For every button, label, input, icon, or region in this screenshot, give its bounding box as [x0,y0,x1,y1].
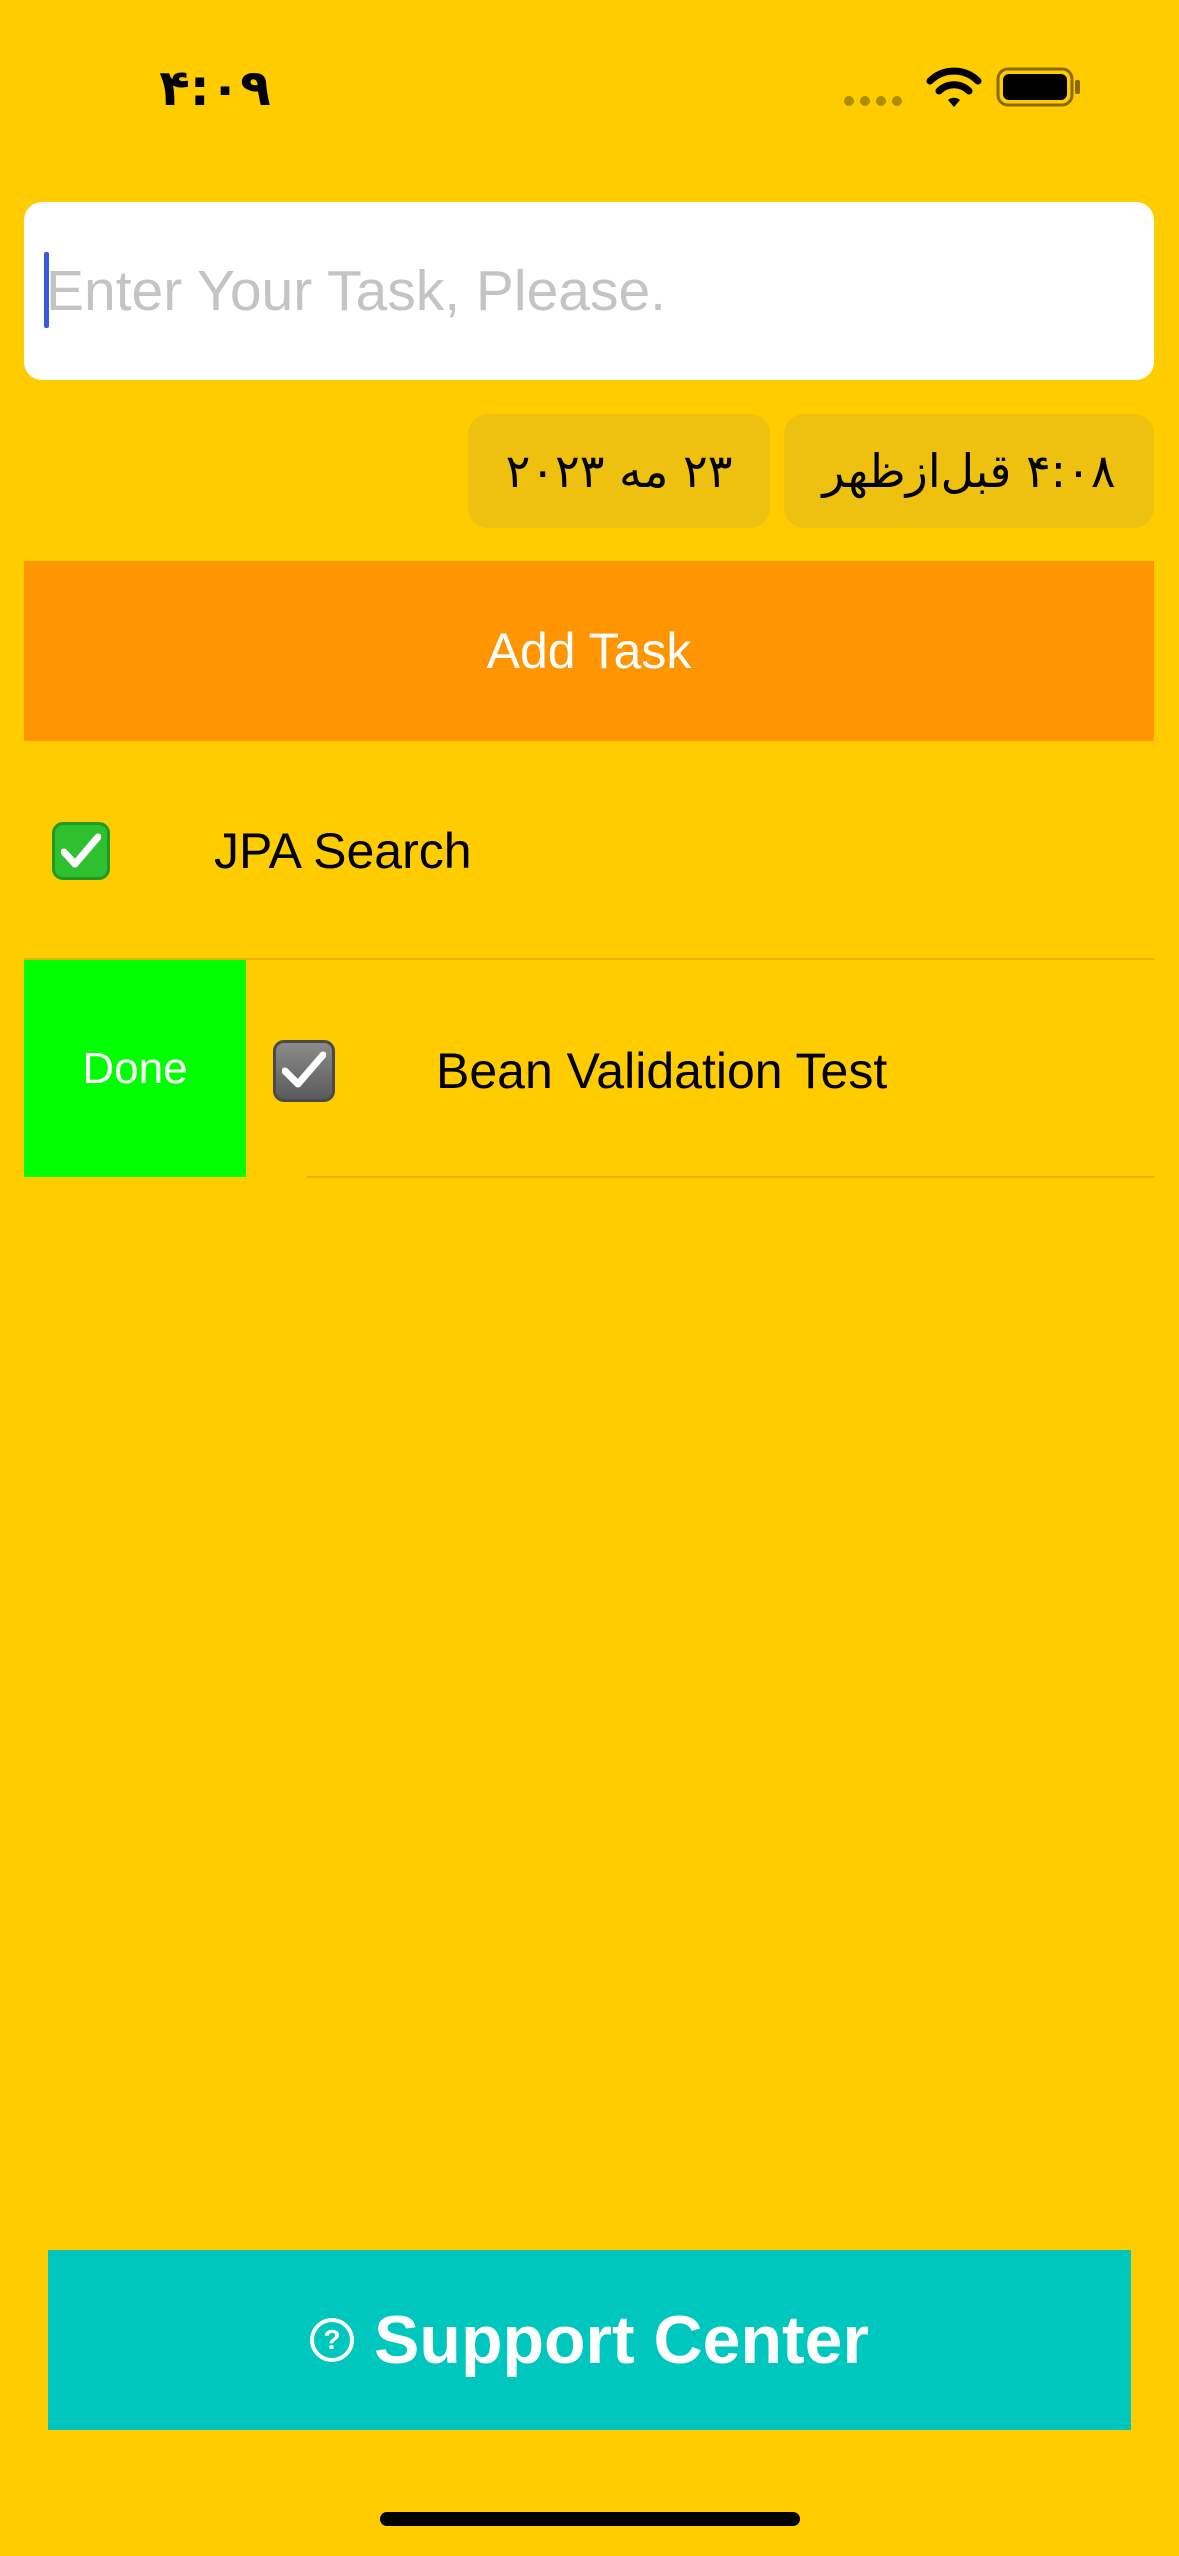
add-task-label: Add Task [486,623,692,679]
done-swipe-action[interactable]: Done [24,960,246,1177]
status-time: ۴:۰۹ [159,59,271,117]
checkmark-glyph [61,833,101,868]
date-label: ۲۳ مه ۲۰۲۳ [505,444,733,498]
support-center-label: Support Center [374,2302,869,2378]
checkmark-glyph [282,1051,326,1088]
time-picker-button[interactable]: ۴:۰۸ قبل‌ازظهر [784,414,1154,528]
row-divider [307,1176,1154,1178]
wifi-icon [926,67,982,107]
task-input-container [24,202,1154,380]
task-title[interactable]: JPA Search [214,820,472,882]
battery-icon [996,67,1080,107]
cellular-dots-icon [844,96,902,106]
date-picker-button[interactable]: ۲۳ مه ۲۰۲۳ [468,414,770,528]
done-action-label: Done [82,1043,188,1093]
green-checkmark-icon[interactable] [52,822,110,880]
task-title[interactable]: Bean Validation Test [436,1039,887,1103]
task-input[interactable] [24,202,1154,380]
home-indicator[interactable] [380,2512,800,2526]
question-circle-icon: ? [310,2318,355,2362]
add-task-button[interactable]: Add Task [24,561,1154,741]
support-center-button[interactable]: ? Support Center [48,2250,1131,2430]
gray-checkmark-icon[interactable] [273,1040,335,1102]
time-label: ۴:۰۸ قبل‌ازظهر [822,444,1116,498]
text-cursor [44,252,49,328]
